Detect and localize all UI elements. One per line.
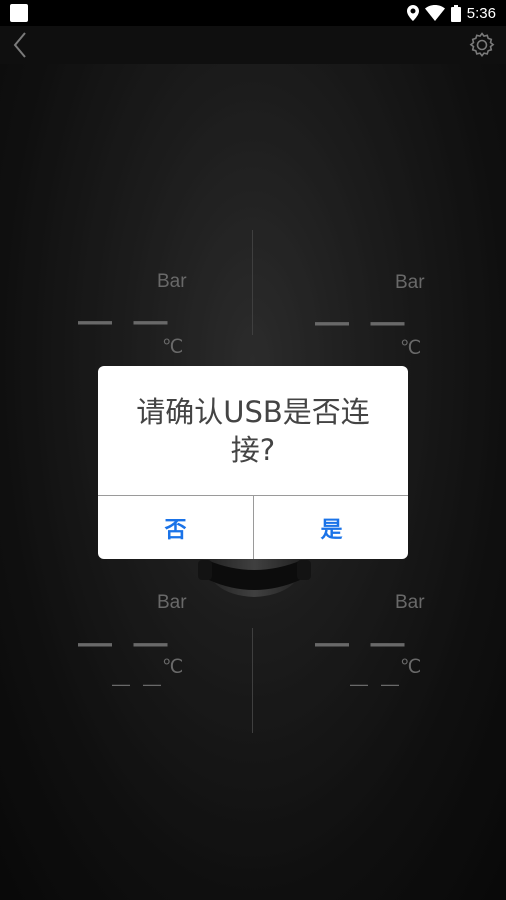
- location-icon: [406, 5, 419, 21]
- no-button[interactable]: 否: [98, 496, 253, 559]
- dialog-message: 请确认USB是否连接?: [136, 394, 370, 467]
- yes-button[interactable]: 是: [254, 496, 408, 559]
- app-bar: [0, 26, 506, 64]
- back-button[interactable]: [8, 30, 36, 60]
- usb-confirm-dialog: 请确认USB是否连接? 否 是: [98, 366, 408, 559]
- gear-icon: [469, 32, 495, 58]
- status-time: 5:36: [466, 4, 496, 22]
- settings-button[interactable]: [468, 31, 496, 59]
- wifi-icon: [424, 5, 445, 21]
- app-notification-icon: [10, 4, 28, 22]
- status-right: 5:36: [406, 3, 496, 23]
- status-bar: 5:36: [0, 0, 506, 26]
- chevron-left-icon: [13, 32, 26, 58]
- battery-icon: [450, 4, 461, 22]
